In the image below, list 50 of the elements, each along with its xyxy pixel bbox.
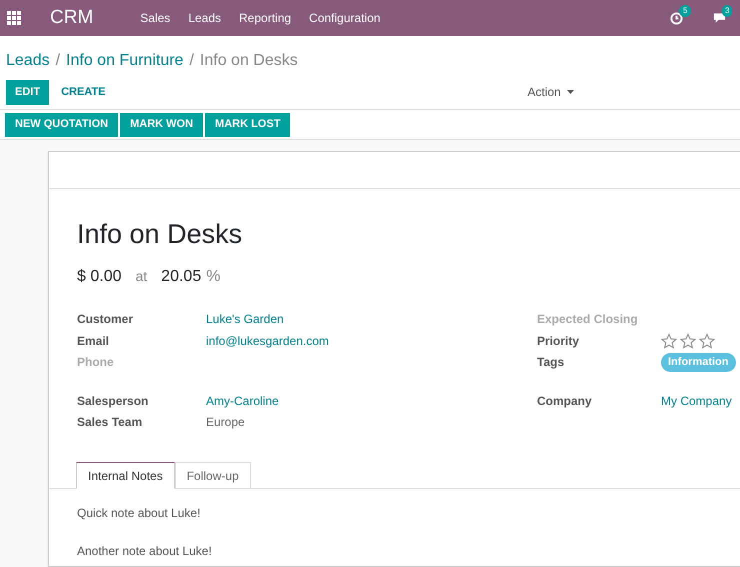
breadcrumb-item: Info on Desks xyxy=(200,50,298,70)
field-label: Customer xyxy=(77,312,134,326)
field-link[interactable]: My Company xyxy=(661,392,732,410)
menu-item[interactable]: Leads xyxy=(188,9,222,27)
menu-item[interactable]: Configuration xyxy=(309,9,380,27)
message-count-badge: 3 xyxy=(722,5,732,17)
field-label: Email xyxy=(77,334,110,348)
field-label: Expected Closing xyxy=(537,312,638,326)
note-text: Quick note about Luke! xyxy=(77,505,202,522)
caret-icon xyxy=(566,90,574,94)
clock-icon[interactable] xyxy=(670,12,683,24)
field-label: Phone xyxy=(77,355,114,370)
breadcrumb-separator: / xyxy=(56,50,60,70)
field-label: Tags xyxy=(537,355,564,370)
probability-value: 20.05 xyxy=(161,266,202,286)
action-dropdown[interactable]: Action xyxy=(527,83,574,101)
field-link[interactable]: info@lukesgarden.com xyxy=(206,332,329,350)
field-value: Europe xyxy=(206,414,245,432)
notebook-tab[interactable]: Follow-up xyxy=(174,462,251,489)
star-icon[interactable] xyxy=(680,332,696,349)
edit-button[interactable]: EDIT xyxy=(6,80,50,104)
note-text: Another note about Luke! xyxy=(77,543,213,560)
field-label: Salesperson xyxy=(77,394,148,408)
chat-icon[interactable] xyxy=(713,12,726,24)
expected-revenue: $ 0.00 xyxy=(77,266,122,286)
field-label: Priority xyxy=(537,334,580,348)
field-link[interactable]: Luke's Garden xyxy=(206,310,284,328)
star-icon[interactable] xyxy=(699,332,715,349)
field-label: Sales Team xyxy=(77,415,142,430)
field-link[interactable]: Amy-Caroline xyxy=(206,392,279,410)
status-action-button[interactable]: MARK WON xyxy=(120,112,204,136)
at-label: at xyxy=(135,266,148,286)
status-action-button[interactable]: MARK LOST xyxy=(205,112,290,136)
create-button[interactable]: CREATE xyxy=(49,80,118,104)
field-label: Company xyxy=(537,394,592,408)
lead-title: Info on Desks xyxy=(77,218,244,251)
status-action-button[interactable]: NEW QUOTATION xyxy=(5,112,118,136)
menu-item[interactable]: Sales xyxy=(140,9,170,27)
breadcrumb-separator: / xyxy=(189,50,194,70)
priority-stars[interactable] xyxy=(661,332,715,349)
activity-count-badge: 5 xyxy=(679,4,692,16)
percent-sign: % xyxy=(206,266,220,286)
tag: Information xyxy=(661,353,736,372)
menu-item[interactable]: Reporting xyxy=(239,9,292,27)
apps-grid-icon[interactable] xyxy=(7,11,21,25)
star-icon[interactable] xyxy=(661,332,677,349)
breadcrumb-item[interactable]: Info on Furniture xyxy=(66,48,184,72)
app-name[interactable]: CRM xyxy=(50,4,94,32)
breadcrumb-item[interactable]: Leads xyxy=(6,48,50,72)
notebook-tab[interactable]: Internal Notes xyxy=(76,462,175,489)
